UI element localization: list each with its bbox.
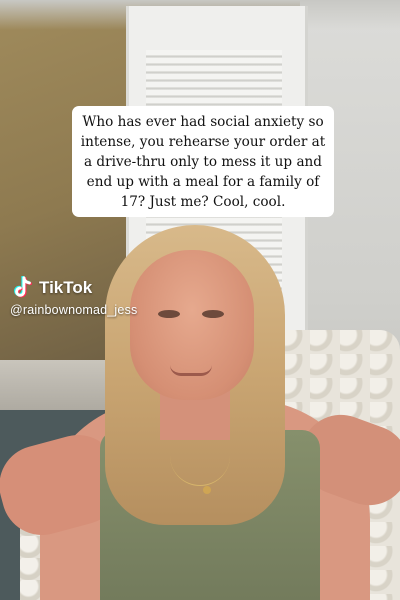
tiktok-note-icon — [14, 276, 32, 298]
tiktok-watermark: TikTok — [12, 276, 92, 300]
creator-username: @rainbownomad_jess — [10, 303, 138, 317]
person-eye-right — [202, 310, 224, 318]
person-pendant — [203, 486, 211, 494]
person-mouth — [170, 365, 212, 376]
person-face — [130, 250, 254, 400]
video-frame[interactable]: Who has ever had social anxiety so inten… — [0, 0, 400, 600]
tiktok-brand-label: TikTok — [39, 278, 93, 297]
caption-box: Who has ever had social anxiety so inten… — [72, 106, 334, 217]
caption-text: Who has ever had social anxiety so inten… — [80, 114, 326, 210]
person-eye-left — [158, 310, 180, 318]
